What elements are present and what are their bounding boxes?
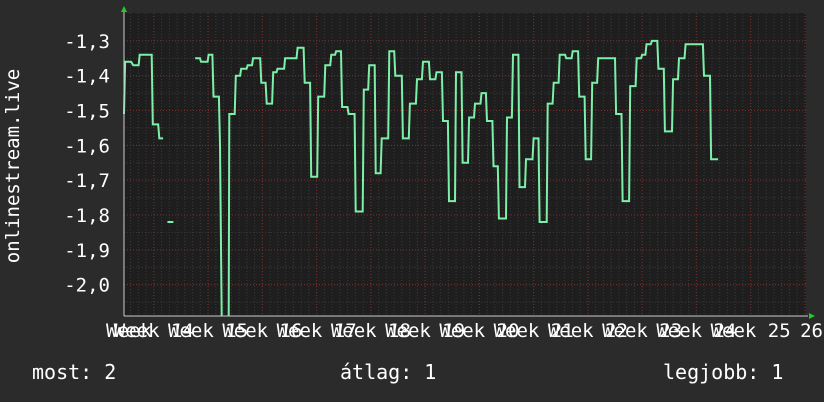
y-tick-label: -2,0 (64, 275, 110, 297)
y-tick-label: -1,6 (64, 135, 110, 157)
stat-best: legjobb: 1 (663, 360, 784, 384)
x-axis-arrow-icon (809, 313, 815, 319)
y-tick-label: -1,7 (64, 170, 110, 192)
y-axis-label: onlinestream.live (2, 69, 24, 263)
y-axis-arrow-icon (121, 6, 127, 12)
line-chart: -1,3-1,4-1,5-1,6-1,7-1,8-1,9-2,0 WeekWee… (2, 6, 823, 342)
y-tick-label: -1,4 (64, 66, 110, 88)
stat-now: most: 2 (32, 360, 117, 384)
stats-bar: most: 2 átlag: 1 legjobb: 1 (0, 360, 824, 390)
x-tick-label: 26 (800, 320, 823, 342)
y-tick-label: -1,5 (64, 101, 110, 123)
y-tick-label: -1,8 (64, 205, 110, 227)
stat-average: átlag: 1 (340, 360, 437, 384)
y-tick-label: -1,9 (64, 240, 110, 262)
x-tick-label: Week 25 (711, 320, 791, 342)
y-tick-label: -1,3 (64, 31, 110, 53)
